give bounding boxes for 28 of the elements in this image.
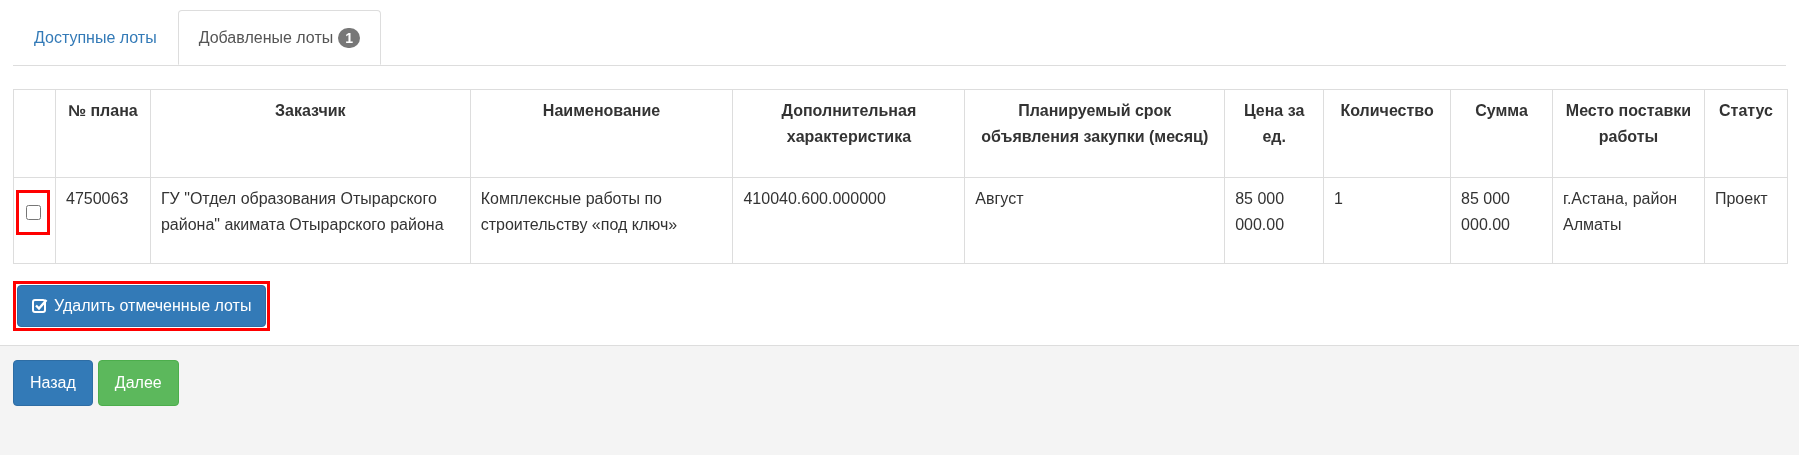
table-cell: Проект [1714, 190, 1768, 207]
row-checkbox[interactable] [25, 205, 41, 220]
table-cell: 4750063 [66, 190, 129, 207]
column-header: Место поставки работы [1565, 102, 1692, 145]
column-header: Заказчик [275, 102, 346, 119]
back-button[interactable]: Назад [13, 360, 93, 406]
column-header: Статус [1719, 102, 1773, 119]
next-button[interactable]: Далее [97, 360, 179, 406]
column-header: Наименование [542, 102, 661, 119]
column-header: Дополнительная характеристика [781, 102, 917, 145]
count-badge: 1 [338, 27, 360, 48]
column-header: Количество [1340, 102, 1434, 119]
column-header: № плана [68, 102, 138, 119]
table-cell: Август [975, 190, 1024, 207]
table-cell: 1 [1334, 190, 1343, 207]
tab[interactable]: Доступные лоты [13, 10, 178, 65]
table-cell: 85 000 000.00 [1235, 190, 1285, 233]
tab[interactable]: Добавленые лоты 1 [177, 10, 381, 65]
column-header: Сумма [1475, 102, 1528, 119]
table-cell: Комплексные работы по строительству «под ключ» [480, 190, 678, 233]
table-cell: 410040.600.000000 [743, 190, 886, 207]
column-header: Планируемый срок объявления закупки (месяц) [981, 102, 1209, 145]
table-cell: 85 000 000.00 [1461, 190, 1510, 233]
delete-button[interactable]: Удалить отмеченные лоты [17, 285, 267, 327]
table-cell: г.Астана, район Алматы [1563, 190, 1678, 233]
column-header: Цена за ед. [1243, 102, 1305, 145]
checkbox-checked-icon [32, 298, 48, 314]
table-cell: ГУ "Отдел образования Отырарского района" акимата Отырарского района [160, 190, 444, 233]
